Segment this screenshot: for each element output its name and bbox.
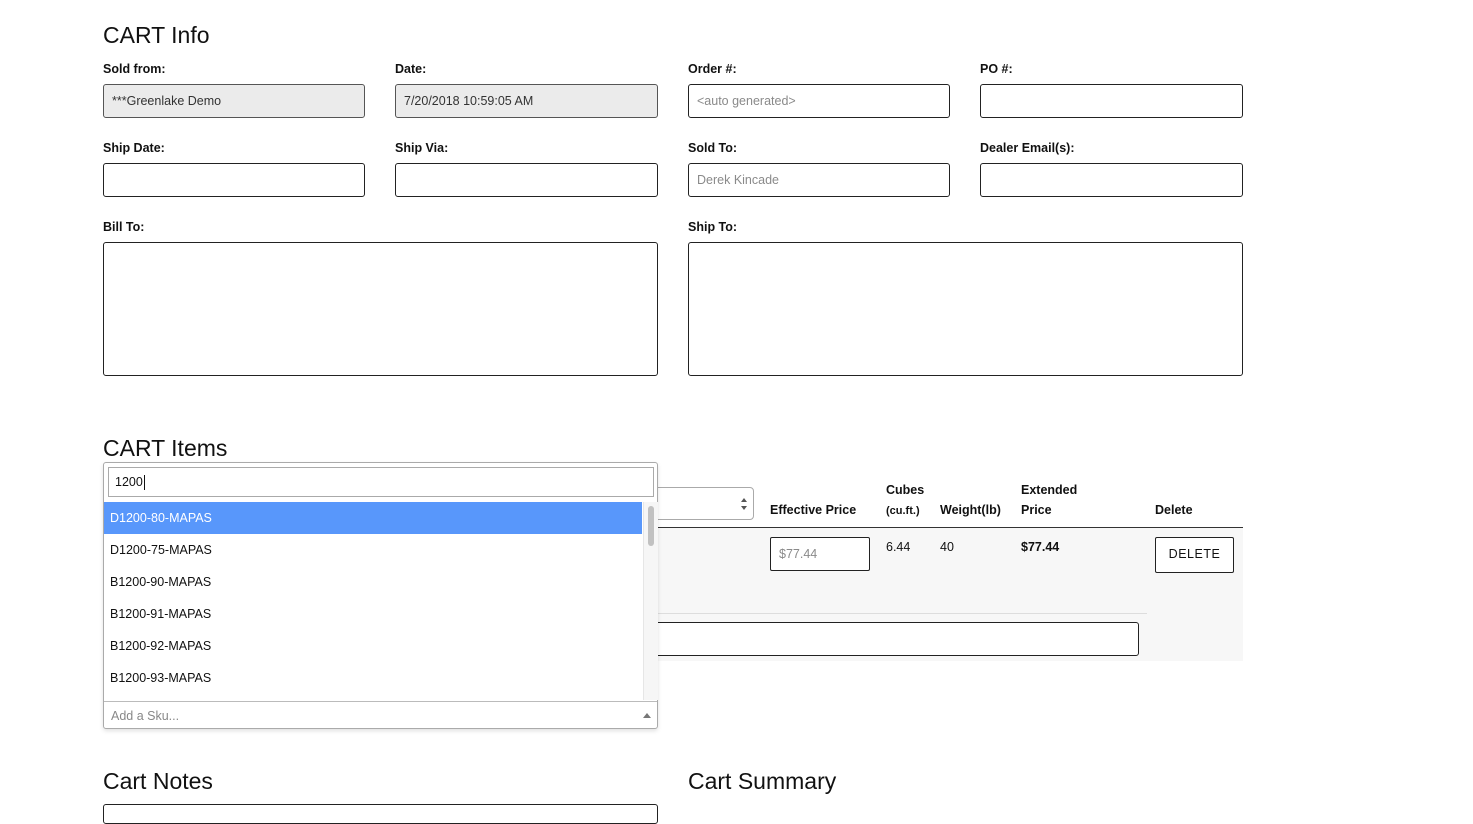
dealer-emails-label: Dealer Email(s):: [980, 141, 1075, 155]
header-cubes-unit: (cu.ft.): [886, 505, 920, 517]
order-number-field[interactable]: <auto generated>: [688, 84, 950, 118]
header-extended: Extended: [1021, 483, 1078, 497]
sku-search-value: 1200: [115, 475, 143, 489]
bill-to-label: Bill To:: [103, 220, 145, 234]
cart-items-title: CART Items: [103, 435, 228, 461]
item-notes-input[interactable]: [640, 622, 1139, 656]
header-effective-price: Effective Price: [770, 503, 857, 517]
row-cubes: 6.44: [886, 540, 911, 554]
chevron-up-icon: [643, 713, 651, 718]
header-weight: Weight(lb): [940, 503, 1001, 517]
sold-to-field[interactable]: Derek Kincade: [688, 163, 950, 197]
row-inner-divider: [640, 613, 1147, 614]
po-number-label: PO #:: [980, 62, 1013, 76]
cart-summary-title: Cart Summary: [688, 768, 837, 794]
sku-option[interactable]: B1200-93-MAPAS: [104, 662, 642, 694]
order-number-label: Order #:: [688, 62, 737, 76]
sold-to-placeholder: Derek Kincade: [697, 173, 779, 187]
header-delete: Delete: [1155, 503, 1193, 517]
dealer-emails-field[interactable]: [980, 163, 1243, 197]
sku-option[interactable]: B1200-90-MAPAS: [104, 566, 642, 598]
header-cubes: Cubes: [886, 483, 925, 497]
sku-option[interactable]: B1200-92-MAPAS: [104, 630, 642, 662]
date-value: 7/20/2018 10:59:05 AM: [404, 94, 534, 108]
date-label: Date:: [395, 62, 427, 76]
sku-scrollbar-thumb[interactable]: [648, 506, 654, 546]
select-arrows-icon: [741, 498, 747, 510]
sold-from-field[interactable]: ***Greenlake Demo: [103, 84, 365, 118]
sold-from-label: Sold from:: [103, 62, 166, 76]
sold-to-label: Sold To:: [688, 141, 738, 155]
sku-option[interactable]: D1200-80-MAPAS: [104, 502, 642, 534]
bill-to-textarea[interactable]: [103, 242, 658, 376]
sold-from-value: ***Greenlake Demo: [112, 94, 222, 108]
row-extended-price: $77.44: [1021, 540, 1060, 554]
sku-options-list: D1200-80-MAPAS D1200-75-MAPAS B1200-90-MAP…: [104, 502, 642, 700]
cart-notes-title: Cart Notes: [103, 768, 213, 794]
cart-info-title: CART Info: [103, 22, 210, 48]
add-sku-placeholder: Add a Sku...: [111, 709, 180, 723]
po-number-field[interactable]: [980, 84, 1243, 118]
ship-to-label: Ship To:: [688, 220, 738, 234]
sku-dropdown-divider: [104, 701, 657, 702]
header-extended-price: Price: [1021, 503, 1052, 517]
effective-price-placeholder: $77.44: [779, 547, 818, 561]
ship-date-field[interactable]: [103, 163, 365, 197]
ship-date-label: Ship Date:: [103, 141, 165, 155]
sku-search-input[interactable]: 1200: [108, 467, 654, 497]
sku-dropdown[interactable]: 1200 D1200-80-MAPAS D1200-75-MAPAS B1200-9…: [103, 462, 658, 729]
sku-scrollbar[interactable]: [643, 502, 658, 700]
effective-price-input[interactable]: $77.44: [770, 537, 870, 571]
date-field[interactable]: 7/20/2018 10:59:05 AM: [395, 84, 658, 118]
sku-option[interactable]: D1200-75-MAPAS: [104, 534, 642, 566]
ship-via-label: Ship Via:: [395, 141, 449, 155]
cart-notes-textarea[interactable]: [103, 804, 658, 824]
row-weight: 40: [940, 540, 954, 554]
ship-to-textarea[interactable]: [688, 242, 1243, 376]
delete-button[interactable]: DELETE: [1155, 537, 1234, 573]
ship-via-field[interactable]: [395, 163, 658, 197]
text-cursor: [143, 475, 145, 491]
order-number-placeholder: <auto generated>: [697, 94, 796, 108]
sku-option[interactable]: B1200-91-MAPAS: [104, 598, 642, 630]
